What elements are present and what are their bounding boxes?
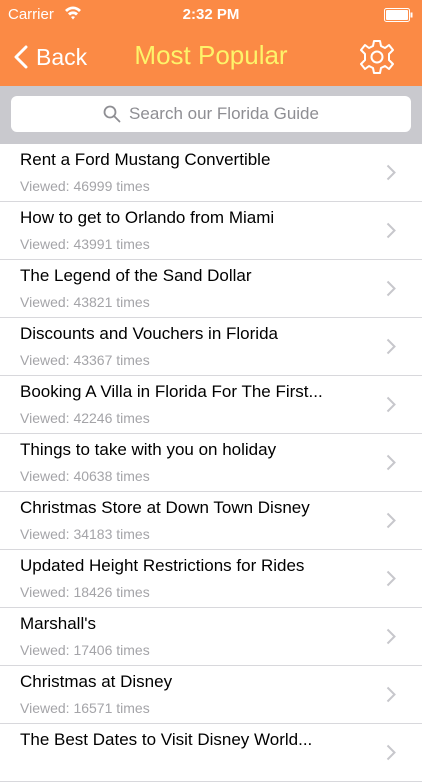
item-title: The Best Dates to Visit Disney World...	[20, 730, 313, 749]
header: Carrier 2:32 PM Back Most Popular	[0, 0, 422, 86]
list-item[interactable]: Booking A Villa in Florida For The First…	[0, 376, 422, 434]
chevron-right-icon	[386, 744, 396, 761]
item-title: Discounts and Vouchers in Florida	[20, 324, 278, 343]
chevron-right-icon	[386, 512, 396, 529]
item-title: Christmas Store at Down Town Disney	[20, 498, 310, 517]
item-views: Viewed: 43367 times	[20, 352, 150, 368]
item-views: Viewed: 46999 times	[20, 178, 150, 194]
search-input[interactable]: Search our Florida Guide	[11, 96, 411, 132]
item-title: Christmas at Disney	[20, 672, 173, 691]
list-item[interactable]: Christmas Store at Down Town Disney View…	[0, 492, 422, 550]
list-item[interactable]: Discounts and Vouchers in Florida Viewed…	[0, 318, 422, 376]
chevron-right-icon	[386, 338, 396, 355]
gear-icon[interactable]	[358, 38, 396, 76]
search-placeholder: Search our Florida Guide	[129, 104, 319, 123]
chevron-right-icon	[386, 570, 396, 587]
chevron-right-icon	[386, 628, 396, 645]
item-title: Marshall's	[20, 614, 96, 633]
list-item[interactable]: The Best Dates to Visit Disney World...	[0, 724, 422, 782]
item-views: Viewed: 43821 times	[20, 294, 150, 310]
chevron-right-icon	[386, 280, 396, 297]
item-title: How to get to Orlando from Miami	[20, 208, 275, 227]
list-item[interactable]: Rent a Ford Mustang Convertible Viewed: …	[0, 144, 422, 202]
item-title: Booking A Villa in Florida For The First…	[20, 382, 323, 401]
chevron-right-icon	[386, 222, 396, 239]
list-item[interactable]: Marshall's Viewed: 17406 times	[0, 608, 422, 666]
item-title: Updated Height Restrictions for Rides	[20, 556, 305, 575]
list-item[interactable]: Updated Height Restrictions for Rides Vi…	[0, 550, 422, 608]
list-item[interactable]: How to get to Orlando from Miami Viewed:…	[0, 202, 422, 260]
chevron-right-icon	[386, 396, 396, 413]
status-time: 2:32 PM	[182, 6, 240, 23]
item-views: Viewed: 40638 times	[20, 468, 150, 484]
item-views: Viewed: 18426 times	[20, 584, 150, 600]
item-title: Rent a Ford Mustang Convertible	[20, 150, 271, 169]
item-views: Viewed: 34183 times	[20, 526, 150, 542]
list-item[interactable]: The Legend of the Sand Dollar Viewed: 43…	[0, 260, 422, 318]
item-views: Viewed: 16571 times	[20, 700, 150, 716]
list-item[interactable]: Christmas at Disney Viewed: 16571 times	[0, 666, 422, 724]
list-item[interactable]: Things to take with you on holiday Viewe…	[0, 434, 422, 492]
status-bar: Carrier 2:32 PM	[0, 0, 422, 30]
navigation-bar: Back Most Popular	[0, 30, 422, 86]
battery-icon	[384, 8, 413, 22]
chevron-right-icon	[386, 164, 396, 181]
popular-list: Rent a Ford Mustang Convertible Viewed: …	[0, 144, 422, 782]
item-views: Viewed: 17406 times	[20, 642, 150, 658]
chevron-right-icon	[386, 686, 396, 703]
search-icon	[103, 105, 121, 123]
search-bar-container: Search our Florida Guide	[0, 86, 422, 144]
chevron-right-icon	[386, 454, 396, 471]
item-title: The Legend of the Sand Dollar	[20, 266, 252, 285]
item-views: Viewed: 42246 times	[20, 410, 150, 426]
item-views: Viewed: 43991 times	[20, 236, 150, 252]
item-title: Things to take with you on holiday	[20, 440, 277, 459]
